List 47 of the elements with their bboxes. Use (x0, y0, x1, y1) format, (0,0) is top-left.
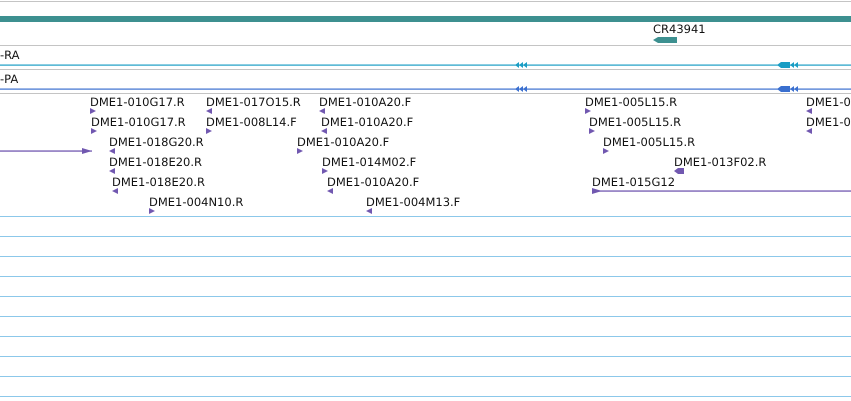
clone-label: DME1-015G12 (592, 175, 676, 189)
clone-marker-icon[interactable] (91, 128, 97, 134)
clone-label: DME1-010A20.F (327, 175, 420, 189)
clone-label: DME1-018E20.R (112, 175, 206, 189)
clone-block-icon[interactable] (674, 168, 684, 174)
clone-marker-icon[interactable] (589, 128, 595, 134)
track-label: -RA (0, 48, 20, 62)
clone-label: DME1-005L15.R (589, 115, 682, 129)
clone-label: DME1-010G17.R (90, 95, 185, 109)
clone-marker-icon[interactable] (206, 108, 212, 114)
clone-marker-icon[interactable] (297, 148, 303, 154)
clone-marker-icon[interactable] (322, 168, 328, 174)
clone-marker-icon[interactable] (206, 128, 212, 134)
gene-label: CR43941 (653, 22, 706, 36)
clone-marker-icon[interactable] (603, 148, 609, 154)
clone-marker-icon[interactable] (366, 208, 372, 214)
clone-label: DME1-005L15.R (603, 135, 696, 149)
clone-label: DME1-013F02.R (674, 155, 766, 169)
clone-label: DME1-0 (806, 115, 851, 129)
clone-marker-icon[interactable] (327, 188, 333, 194)
clone-label: DME1-018G20.R (109, 135, 204, 149)
clone-marker-icon[interactable] (90, 108, 96, 114)
track-label: -PA (0, 72, 18, 86)
clone-label: DME1-010A20.F (297, 135, 390, 149)
clone-span-drawing[interactable] (592, 188, 851, 194)
clone-label: DME1-014M02.F (322, 155, 416, 169)
clone-label: DME1-017O15.R (206, 95, 301, 109)
clone-marker-icon[interactable] (149, 208, 155, 214)
clone-label: DME1-010G17.R (91, 115, 186, 129)
clone-span-drawing[interactable] (0, 148, 92, 154)
clone-marker-icon[interactable] (806, 128, 812, 134)
clone-label: DME1-0 (806, 95, 851, 109)
clone-marker-icon[interactable] (112, 188, 118, 194)
clone-label: DME1-010A20.F (321, 115, 414, 129)
clone-marker-icon[interactable] (109, 148, 115, 154)
gene-feature-icon[interactable] (653, 37, 677, 43)
clone-marker-icon[interactable] (321, 128, 327, 134)
clone-label: DME1-005L15.R (585, 95, 678, 109)
clone-label: DME1-004N10.R (149, 195, 244, 209)
clone-label: DME1-004M13.F (366, 195, 460, 209)
clone-label: DME1-010A20.F (319, 95, 412, 109)
clone-label: DME1-008L14.F (206, 115, 297, 129)
clone-marker-icon[interactable] (806, 108, 812, 114)
clone-marker-icon[interactable] (109, 168, 115, 174)
clone-marker-icon[interactable] (319, 108, 325, 114)
clone-label: DME1-018E20.R (109, 155, 202, 169)
clone-marker-icon[interactable] (585, 108, 591, 114)
